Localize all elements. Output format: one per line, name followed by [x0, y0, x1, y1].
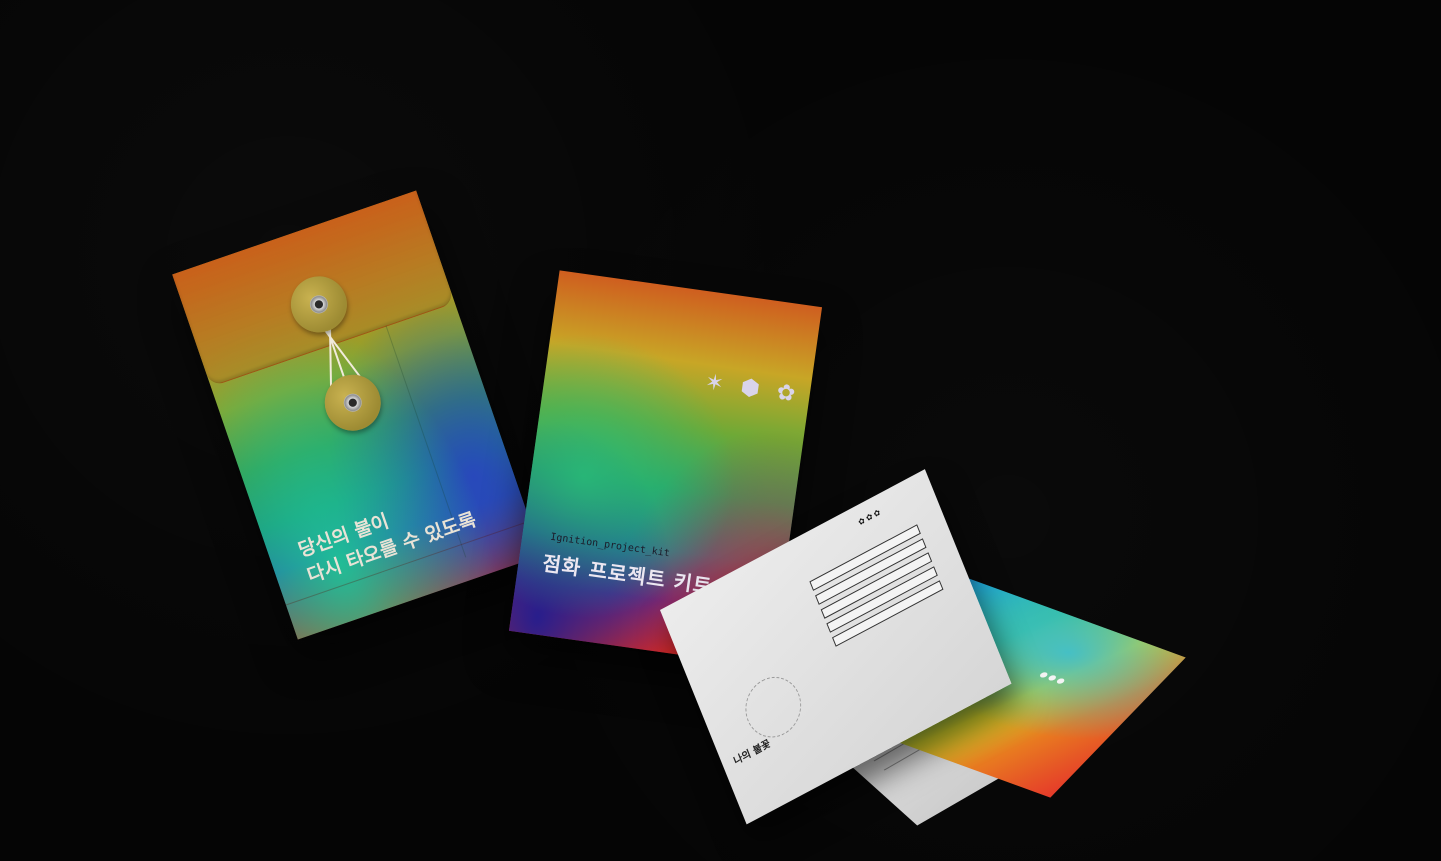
dashed-circle-stamp — [736, 666, 810, 748]
closure-button-bottom — [317, 367, 389, 439]
three-dots-icon: ●●● — [1037, 669, 1070, 687]
form-input-lines — [809, 524, 945, 651]
hexagon-flower-icon: ⬢ — [738, 374, 762, 403]
hexagram-flower-icon: ✶ — [703, 369, 726, 398]
eyelet-icon — [341, 391, 365, 415]
scalloped-flower-icon: ✿ — [774, 379, 797, 408]
eyelet-icon — [307, 292, 331, 316]
mockup-scene: 당신의 불이 다시 타오를 수 있도록 ✶ ⬢ ✿ Ignition_proje… — [0, 0, 1441, 861]
flower-icons: ✶ ⬢ ✿ — [702, 369, 807, 408]
card-title: 점화 프로젝트 키트 — [541, 550, 714, 599]
flower-dots-icon: ✿✿✿ — [857, 506, 884, 528]
leaflet-title: 나의 불꽃 — [732, 738, 773, 768]
